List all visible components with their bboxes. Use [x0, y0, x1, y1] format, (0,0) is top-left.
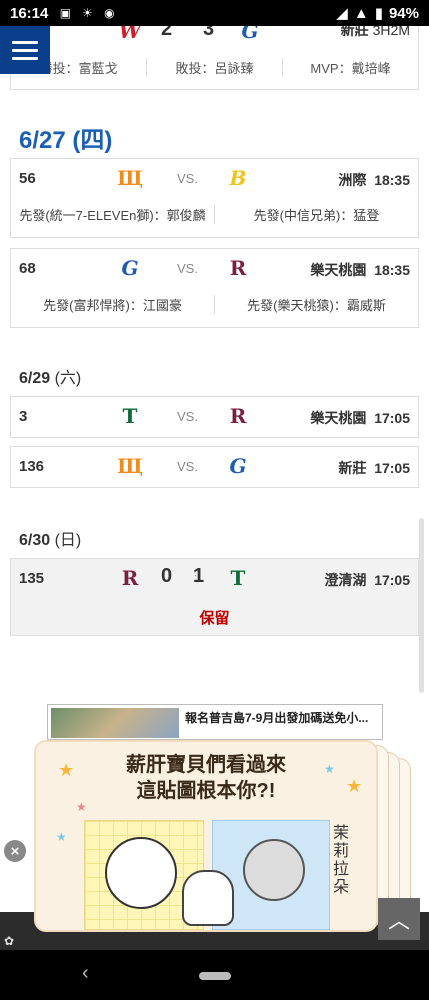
guardians-logo-icon: G	[229, 454, 247, 478]
ad-banner[interactable]: 報名普吉島7-9月出發加碼送免小...	[47, 704, 383, 740]
wifi-icon: ◢	[336, 5, 348, 22]
popup-vertical-text: 茉莉拉朵	[333, 823, 350, 896]
battery-percent: 94%	[388, 4, 419, 22]
home-starter: 先發(中信兄弟)：猛登	[253, 207, 380, 223]
vs-label: VS.	[177, 261, 198, 276]
home-score: 1	[193, 565, 205, 587]
app-icon: ◉	[104, 6, 115, 20]
lions-logo-icon: Щ	[117, 166, 143, 190]
vs-label: VS.	[177, 171, 198, 186]
ad-banner-text: 報名普吉島7-9月出發加碼送免小...	[185, 711, 369, 725]
dragons-logo-icon: T	[230, 566, 246, 590]
close-ad-icon[interactable]: ×	[4, 840, 26, 862]
popup-title: 薪肝寶貝們看過來 這貼圖根本你?!	[126, 754, 286, 802]
away-starter: 先發(富邦悍將)：江國豪	[11, 294, 215, 314]
guardians-logo-icon: G	[121, 256, 139, 280]
vs-label: VS.	[177, 459, 198, 474]
mvp: MVP：戴培峰	[310, 61, 391, 76]
date-heading-0629: 6/29 (六)	[19, 370, 82, 387]
starting-pitchers: 先發(統一7-ELEVEn獅)：郭俊麟 先發(中信兄弟)：猛登	[11, 199, 418, 229]
tap-hand-icon	[182, 870, 234, 926]
game-location: 洲際 18:35	[338, 172, 410, 188]
ad-thumbnail	[51, 708, 179, 738]
pitcher-results: 勝投：富藍戈 敗投：呂詠臻 MVP：戴培峰	[11, 58, 418, 77]
status-time: 16:14	[10, 4, 49, 22]
game-card-135[interactable]: 135 R 0 : 1 T 澄清湖 17:05 保留	[10, 558, 419, 636]
game-location: 新莊 17:05	[338, 460, 410, 476]
star-icon: ★	[56, 830, 67, 844]
game-card-136[interactable]: 136 Щ VS. G 新莊 17:05	[10, 446, 419, 488]
home-starter: 先發(樂天桃猿)：霸威斯	[247, 297, 386, 313]
page-scrollbar[interactable]	[419, 518, 424, 693]
back-to-top-icon[interactable]: ︿	[378, 898, 420, 940]
game-number: 135	[19, 570, 45, 587]
starting-pitchers: 先發(富邦悍將)：江國豪 先發(樂天桃猿)：霸威斯	[11, 289, 418, 319]
status-bar: 16:14 ▣ ☀ ◉ ◢ ▲ ▮ 94%	[0, 0, 429, 26]
lions-logo-icon: Щ	[117, 454, 143, 478]
brothers-logo-icon: B	[229, 166, 247, 190]
game-number: 68	[19, 260, 36, 277]
game-card-3[interactable]: 3 T VS. R 樂天桃園 17:05	[10, 396, 419, 438]
monkeys-logo-icon: R	[229, 404, 247, 428]
vs-label: VS.	[177, 409, 198, 424]
sim-icon: ▣	[59, 6, 72, 20]
game-location: 樂天桃園 18:35	[310, 262, 410, 278]
back-icon[interactable]: ‹	[82, 962, 89, 985]
game-card-68[interactable]: 68 G VS. R 樂天桃園 18:35 先發(富邦悍將)：江國豪 先發(樂天…	[10, 248, 419, 328]
cat-icon	[243, 839, 305, 901]
game-card-56[interactable]: 56 Щ VS. B 洲際 18:35 先發(統一7-ELEVEn獅)：郭俊麟 …	[10, 158, 419, 238]
sticker-ad-popup[interactable]: ★ ★ ★ ★ ★ 薪肝寶貝們看過來 這貼圖根本你?! 茉莉拉朵	[34, 740, 378, 932]
signal-icon: ▲	[353, 4, 369, 22]
hamburger-menu-icon[interactable]	[0, 26, 50, 74]
popup-card-stack	[388, 752, 400, 922]
date-heading-0630: 6/30 (日)	[19, 532, 82, 549]
previous-game-card[interactable]: W 2 3 G 新莊 3H2M 勝投：富藍戈 敗投：呂詠臻 MVP：戴培峰	[10, 18, 419, 90]
system-nav-bar: ‹	[0, 950, 429, 1000]
date-heading-0627: 6/27 (四)	[19, 127, 113, 154]
nurse-face-icon	[105, 837, 177, 909]
monkeys-logo-icon: R	[121, 566, 139, 590]
game-location: 澄清湖 17:05	[324, 572, 410, 588]
losing-pitcher: 敗投：呂詠臻	[147, 58, 283, 77]
game-status-hold: 保留	[199, 610, 230, 627]
game-number: 3	[19, 408, 28, 425]
popup-card-stack	[399, 758, 411, 916]
away-score: 0	[161, 565, 173, 587]
away-starter: 先發(統一7-ELEVEn獅)：郭俊麟	[11, 204, 215, 224]
monkeys-logo-icon: R	[229, 256, 247, 280]
game-number: 56	[19, 170, 36, 187]
game-location: 樂天桃園 17:05	[310, 410, 410, 426]
home-pill-icon[interactable]	[199, 972, 231, 980]
game-number: 136	[19, 458, 45, 475]
dragons-logo-icon: T	[122, 404, 138, 428]
battery-icon: ▮	[374, 5, 383, 22]
ad-settings-icon[interactable]: ✿	[4, 934, 18, 948]
brightness-icon: ☀	[81, 6, 93, 20]
